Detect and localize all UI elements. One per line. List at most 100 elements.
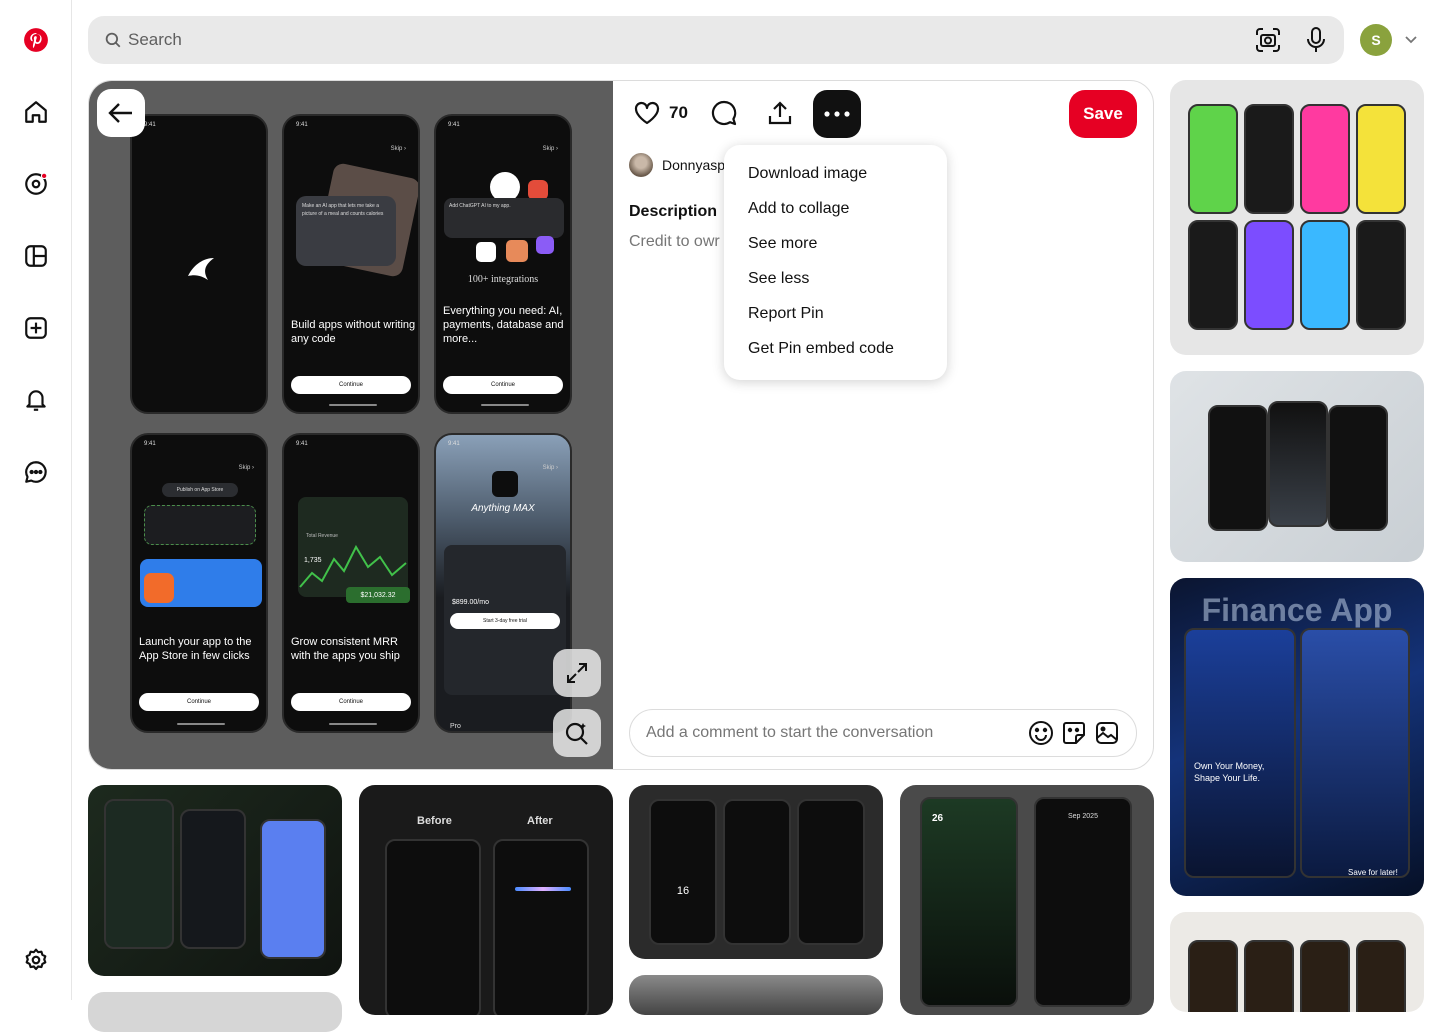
microphone-icon[interactable] bbox=[1303, 26, 1329, 54]
account-avatar[interactable]: S bbox=[1360, 24, 1392, 56]
calendar-day: 26 bbox=[932, 813, 944, 824]
review-card bbox=[144, 505, 256, 545]
search-input[interactable] bbox=[128, 16, 1228, 64]
messages-icon[interactable] bbox=[16, 452, 56, 492]
screen-caption: Grow consistent MRR with the apps you sh… bbox=[291, 636, 400, 662]
feed-pin-calendar-app[interactable]: 26 Sep 2025 bbox=[900, 785, 1154, 1015]
finance-heading: Own Your Money, Shape Your Life. bbox=[1194, 761, 1265, 783]
feed-pin-three-phones[interactable] bbox=[1170, 371, 1424, 562]
notifications-icon[interactable] bbox=[16, 380, 56, 420]
share-icon bbox=[768, 101, 792, 125]
finance-title: Finance App bbox=[1201, 592, 1393, 628]
feed-pin-finance-app[interactable]: Finance App Own Your Money, Shape Your L… bbox=[1170, 578, 1424, 896]
feed-pin-timer-app[interactable]: 16 bbox=[629, 785, 883, 959]
screen-caption: Launch your app to the App Store in few … bbox=[139, 636, 252, 662]
plan-card: $899.00/mo Start 3-day free trial bbox=[444, 545, 566, 695]
expand-button[interactable] bbox=[553, 649, 601, 697]
comment-box bbox=[629, 709, 1137, 757]
home-icon[interactable] bbox=[16, 92, 56, 132]
menu-item-download-image[interactable]: Download image bbox=[724, 161, 947, 196]
app-screen-build: 9:41 Skip › Make an AI app that lets me … bbox=[282, 114, 420, 414]
calendar-month: Sep 2025 bbox=[1068, 813, 1098, 820]
menu-item-see-more[interactable]: See more bbox=[724, 231, 947, 266]
prompt-card: Make an AI app that lets me take a pictu… bbox=[296, 196, 396, 266]
pin-image[interactable]: 9:41 9:41 Skip › Make an AI app that let… bbox=[89, 81, 613, 769]
foodly-icon bbox=[144, 573, 174, 603]
timer-value: 16 bbox=[676, 885, 690, 897]
anything-logo-icon bbox=[492, 471, 518, 497]
anything-logo-icon bbox=[188, 258, 214, 280]
app-screen-integrations: 9:41 Skip › Add ChatGPT AI to my app. 10… bbox=[434, 114, 572, 414]
app-screen-launch: 9:41 Skip › Publish on App Store Launch … bbox=[130, 433, 268, 733]
continue-button: Continue bbox=[291, 693, 411, 711]
continue-button: Continue bbox=[139, 693, 259, 711]
author-avatar bbox=[629, 153, 653, 177]
feed-pin-colorful-phones[interactable] bbox=[1170, 80, 1424, 355]
pin-actions: 70 bbox=[627, 89, 800, 137]
heart-icon bbox=[634, 101, 660, 125]
menu-item-report-pin[interactable]: Report Pin bbox=[724, 301, 947, 336]
expand-icon bbox=[567, 663, 587, 683]
menu-item-add-to-collage[interactable]: Add to collage bbox=[724, 196, 947, 231]
publish-chip: Publish on App Store bbox=[162, 483, 238, 497]
app-screen-revenue: 9:41 Total Revenue 1,735 $21,032.32 Grow… bbox=[282, 433, 420, 733]
claude-logo-icon bbox=[506, 240, 528, 262]
live-card bbox=[140, 559, 262, 607]
explore-icon[interactable] bbox=[16, 164, 56, 204]
after-label: After bbox=[527, 815, 553, 827]
pinterest-logo-icon[interactable] bbox=[16, 20, 56, 60]
sidebar bbox=[0, 0, 72, 1000]
feed-pin-partial[interactable] bbox=[88, 992, 342, 1032]
revenue-card: Total Revenue 1,735 bbox=[298, 497, 408, 597]
continue-button: Continue bbox=[443, 376, 563, 394]
image-upload-icon[interactable] bbox=[1094, 720, 1120, 746]
mrr-badge: $21,032.32 bbox=[346, 587, 410, 603]
save-button[interactable]: Save bbox=[1069, 90, 1137, 138]
finance-save-label: Save for later! bbox=[1348, 868, 1398, 877]
author-name: Donnyasp bbox=[662, 157, 726, 173]
screen-caption: Everything you need: AI, payments, datab… bbox=[443, 305, 564, 345]
continue-button: Continue bbox=[291, 376, 411, 394]
more-options-menu: Download image Add to collage See more S… bbox=[724, 145, 947, 380]
back-button[interactable] bbox=[97, 89, 145, 137]
description-title: Description bbox=[629, 203, 718, 220]
description-text: Credit to owr bbox=[629, 233, 720, 250]
apollo-logo-icon bbox=[536, 236, 554, 254]
like-count: 70 bbox=[669, 103, 688, 122]
create-icon[interactable] bbox=[16, 308, 56, 348]
settings-icon[interactable] bbox=[16, 940, 56, 980]
boards-icon[interactable] bbox=[16, 236, 56, 276]
search-bar bbox=[88, 16, 1344, 64]
before-label: Before bbox=[417, 815, 452, 827]
ellipsis-icon bbox=[824, 111, 850, 117]
sticker-icon[interactable] bbox=[1061, 720, 1087, 746]
screen-caption: Build apps without writing any code bbox=[291, 319, 416, 345]
stripe-logo-icon bbox=[476, 242, 496, 262]
feed-pin-orange-phones[interactable] bbox=[1170, 912, 1424, 1012]
search-icon bbox=[105, 32, 121, 48]
arrow-left-icon bbox=[108, 103, 132, 123]
menu-item-embed-code[interactable]: Get Pin embed code bbox=[724, 336, 947, 371]
integrations-badge: 100+ integrations bbox=[467, 274, 539, 285]
feed-pin-fitness-app[interactable] bbox=[88, 785, 342, 976]
share-button[interactable] bbox=[760, 93, 800, 133]
more-options-button[interactable] bbox=[813, 90, 861, 138]
emoji-icon[interactable] bbox=[1028, 720, 1054, 746]
camera-search-icon[interactable] bbox=[1254, 26, 1282, 54]
chevron-down-icon[interactable] bbox=[1403, 33, 1419, 47]
menu-item-see-less[interactable]: See less bbox=[724, 266, 947, 301]
like-button[interactable] bbox=[627, 93, 667, 133]
prompt-card: Add ChatGPT AI to my app. bbox=[444, 198, 564, 238]
pin-author[interactable]: Donnyasp bbox=[629, 153, 725, 177]
visual-search-button[interactable] bbox=[553, 709, 601, 757]
comment-input[interactable] bbox=[646, 710, 1006, 756]
visual-search-icon bbox=[565, 722, 588, 745]
app-screen-splash: 9:41 bbox=[130, 114, 268, 414]
feed-pin-partial[interactable] bbox=[629, 975, 883, 1015]
comment-button[interactable] bbox=[704, 93, 744, 133]
plan-title: Anything MAX bbox=[471, 503, 535, 514]
comment-icon bbox=[711, 100, 737, 126]
feed-pin-before-after[interactable]: Before After bbox=[359, 785, 613, 1015]
rc-logo-icon bbox=[528, 180, 548, 200]
pin-closeup: 9:41 9:41 Skip › Make an AI app that let… bbox=[88, 80, 1154, 770]
